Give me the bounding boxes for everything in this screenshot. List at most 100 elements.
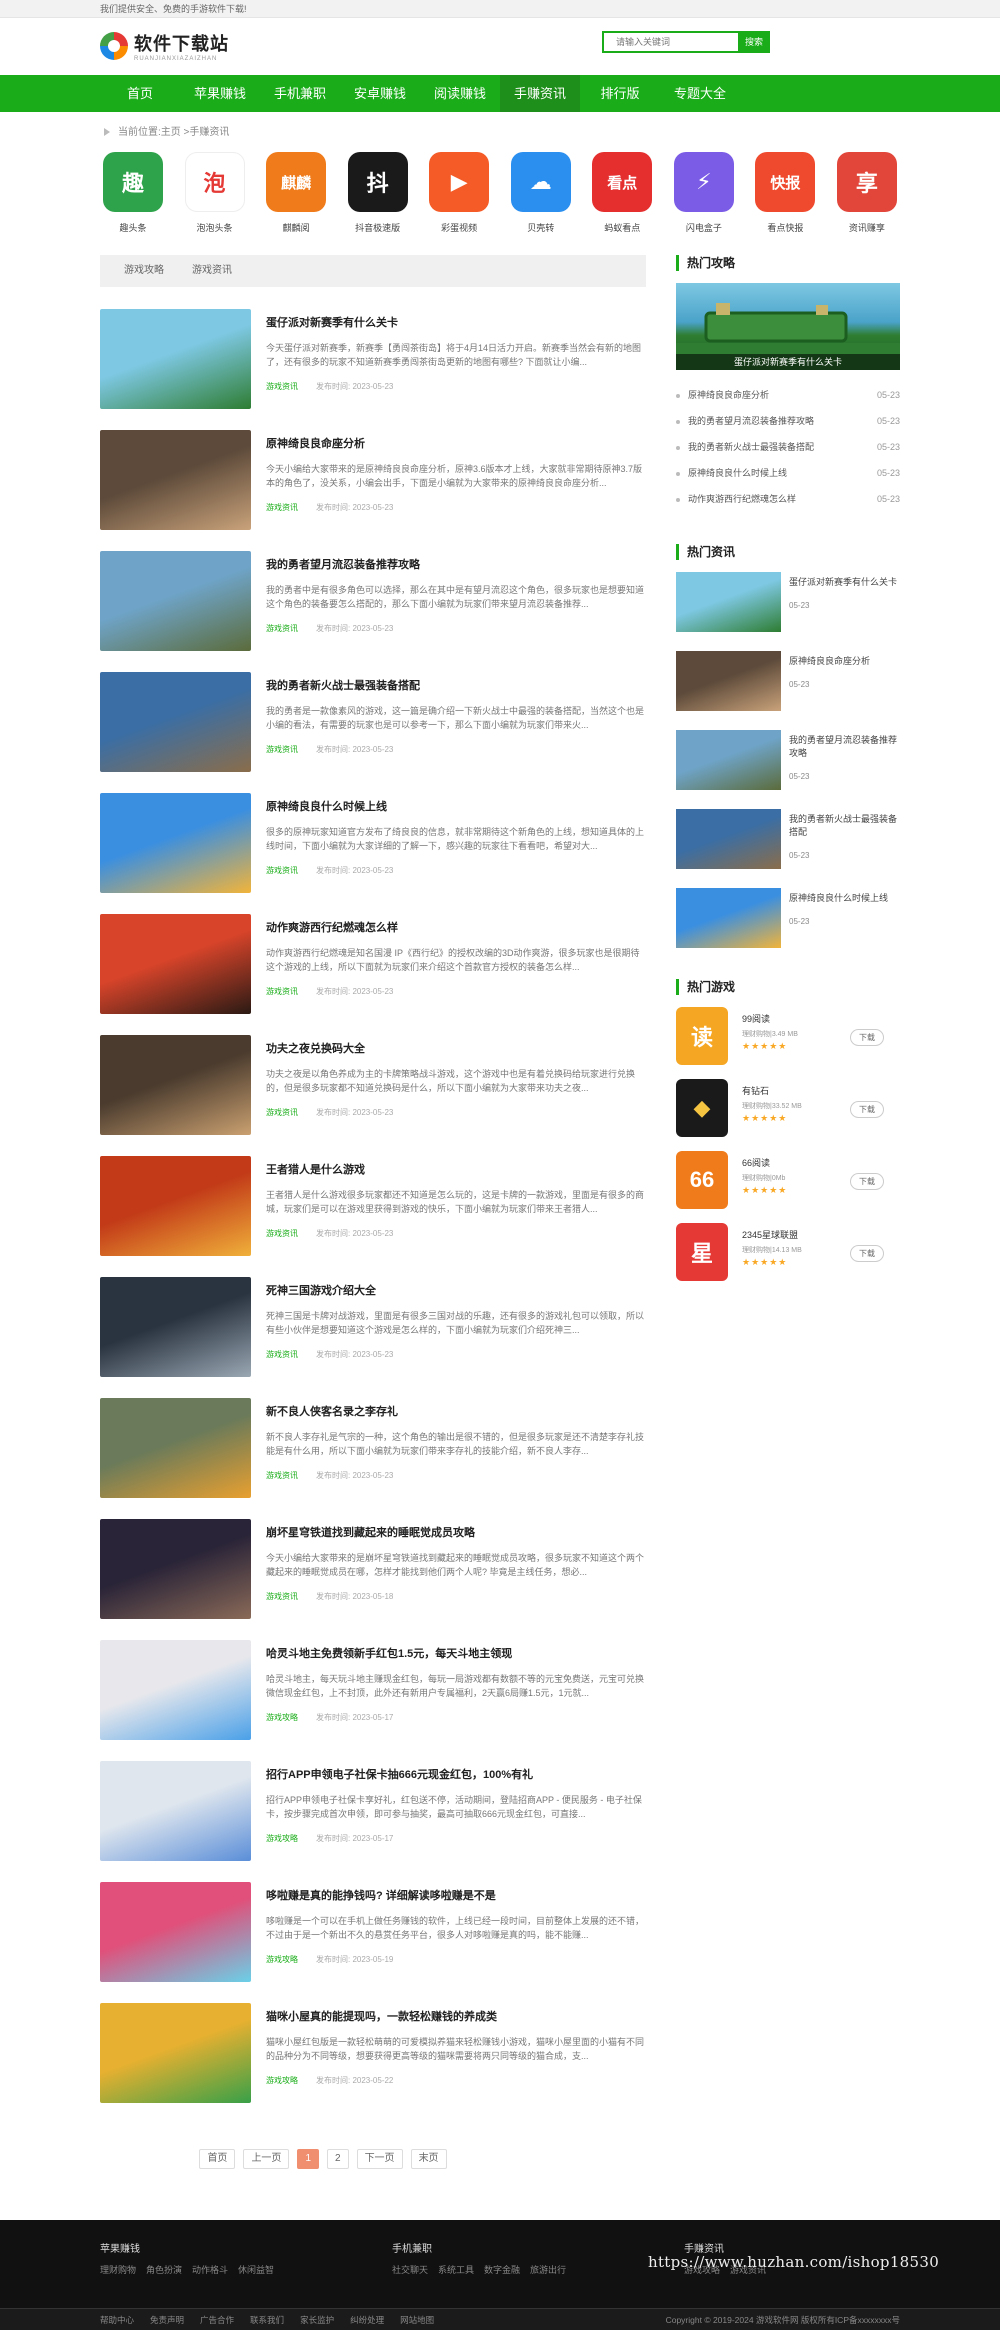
nav-item[interactable]: 苹果赚钱 bbox=[180, 75, 260, 112]
article-thumbnail[interactable] bbox=[100, 430, 251, 530]
hot-guide-item[interactable]: 原神绮良良什么时候上线 05-23 bbox=[676, 460, 900, 486]
article-category[interactable]: 游戏攻略 bbox=[266, 2076, 298, 2085]
app-shortcut[interactable]: 抖抖音极速版 bbox=[345, 152, 411, 255]
footer-link[interactable]: 理财购物 bbox=[100, 2265, 136, 2275]
tab-item[interactable]: 游戏攻略 bbox=[110, 255, 178, 287]
tab-item[interactable]: 游戏资讯 bbox=[178, 255, 246, 287]
hot-news-title[interactable]: 我的勇者新火战士最强装备搭配 bbox=[789, 813, 900, 839]
article-title[interactable]: 崩坏星穹铁道找到藏起来的睡眠觉成员攻略 bbox=[266, 1525, 646, 1541]
game-icon[interactable]: 星 bbox=[676, 1223, 728, 1281]
hot-guide-banner[interactable]: 蛋仔派对新赛季有什么关卡 bbox=[676, 283, 900, 370]
footer-link[interactable]: 数字金融 bbox=[484, 2265, 520, 2275]
article-category[interactable]: 游戏资讯 bbox=[266, 382, 298, 391]
download-button[interactable]: 下载 bbox=[850, 1101, 884, 1118]
article-category[interactable]: 游戏资讯 bbox=[266, 1108, 298, 1117]
article-title[interactable]: 新不良人侠客名录之李存礼 bbox=[266, 1404, 646, 1420]
article-title[interactable]: 动作爽游西行纪燃魂怎么样 bbox=[266, 920, 646, 936]
page-button[interactable]: 1 bbox=[297, 2149, 319, 2169]
search-button[interactable]: 搜索 bbox=[738, 31, 770, 53]
article-category[interactable]: 游戏攻略 bbox=[266, 1834, 298, 1843]
app-shortcut[interactable]: 快报 看点快报 bbox=[752, 152, 818, 255]
game-name[interactable]: 66阅读 bbox=[742, 1156, 850, 1169]
nav-item[interactable]: 手机兼职 bbox=[260, 75, 340, 112]
hot-news-thumbnail[interactable] bbox=[676, 730, 781, 790]
article-title[interactable]: 死神三国游戏介绍大全 bbox=[266, 1283, 646, 1299]
app-shortcut[interactable]: 看点 蚂蚁看点 bbox=[589, 152, 655, 255]
page-button[interactable]: 上一页 bbox=[243, 2149, 290, 2169]
article-category[interactable]: 游戏资讯 bbox=[266, 1229, 298, 1238]
app-shortcut[interactable]: 泡泡泡头条 bbox=[182, 152, 248, 255]
footer-bottom-link[interactable]: 网站地图 bbox=[400, 2315, 434, 2325]
nav-item[interactable]: 手赚资讯 bbox=[500, 75, 580, 112]
game-name[interactable]: 2345星球联盟 bbox=[742, 1228, 850, 1241]
game-icon[interactable]: 66 bbox=[676, 1151, 728, 1209]
article-title[interactable]: 我的勇者望月流忍装备推荐攻略 bbox=[266, 557, 646, 573]
nav-item[interactable]: 专题大全 bbox=[660, 75, 740, 112]
nav-item[interactable]: 安卓赚钱 bbox=[340, 75, 420, 112]
footer-bottom-link[interactable]: 纠纷处理 bbox=[350, 2315, 384, 2325]
article-thumbnail[interactable] bbox=[100, 1882, 251, 1982]
site-logo[interactable]: 软件下载站 RUANJIANXIAZAIZHAN bbox=[100, 30, 229, 62]
article-title[interactable]: 王者猎人是什么游戏 bbox=[266, 1162, 646, 1178]
article-thumbnail[interactable] bbox=[100, 309, 251, 409]
article-category[interactable]: 游戏资讯 bbox=[266, 1592, 298, 1601]
game-name[interactable]: 99阅读 bbox=[742, 1012, 850, 1025]
article-title[interactable]: 蛋仔派对新赛季有什么关卡 bbox=[266, 315, 646, 331]
page-button[interactable]: 下一页 bbox=[356, 2149, 403, 2169]
article-thumbnail[interactable] bbox=[100, 1519, 251, 1619]
footer-bottom-link[interactable]: 广告合作 bbox=[200, 2315, 234, 2325]
search-input[interactable] bbox=[602, 31, 738, 53]
hot-guide-item[interactable]: 我的勇者望月流忍装备推荐攻略 05-23 bbox=[676, 408, 900, 434]
hot-news-thumbnail[interactable] bbox=[676, 809, 781, 869]
download-button[interactable]: 下载 bbox=[850, 1029, 884, 1046]
article-title[interactable]: 我的勇者新火战士最强装备搭配 bbox=[266, 678, 646, 694]
game-icon[interactable]: ◆ bbox=[676, 1079, 728, 1137]
hot-news-title[interactable]: 原神绮良良命座分析 bbox=[789, 655, 870, 668]
hot-news-thumbnail[interactable] bbox=[676, 651, 781, 711]
download-button[interactable]: 下载 bbox=[850, 1245, 884, 1262]
download-button[interactable]: 下载 bbox=[850, 1173, 884, 1190]
article-thumbnail[interactable] bbox=[100, 1156, 251, 1256]
article-category[interactable]: 游戏资讯 bbox=[266, 987, 298, 996]
article-category[interactable]: 游戏资讯 bbox=[266, 866, 298, 875]
article-thumbnail[interactable] bbox=[100, 1277, 251, 1377]
footer-link[interactable]: 社交聊天 bbox=[392, 2265, 428, 2275]
game-icon[interactable]: 读 bbox=[676, 1007, 728, 1065]
footer-link[interactable]: 动作格斗 bbox=[192, 2265, 228, 2275]
hot-news-title[interactable]: 原神绮良良什么时候上线 bbox=[789, 892, 888, 905]
article-thumbnail[interactable] bbox=[100, 793, 251, 893]
article-thumbnail[interactable] bbox=[100, 2003, 251, 2103]
hot-guide-item[interactable]: 动作爽游西行纪燃魂怎么样 05-23 bbox=[676, 486, 900, 512]
game-name[interactable]: 有钻石 bbox=[742, 1084, 850, 1097]
footer-bottom-link[interactable]: 帮助中心 bbox=[100, 2315, 134, 2325]
article-title[interactable]: 功夫之夜兑换码大全 bbox=[266, 1041, 646, 1057]
app-shortcut[interactable]: ▶ 彩蛋视频 bbox=[426, 152, 492, 255]
article-title[interactable]: 原神绮良良命座分析 bbox=[266, 436, 646, 452]
article-thumbnail[interactable] bbox=[100, 1035, 251, 1135]
page-button[interactable]: 2 bbox=[327, 2149, 349, 2169]
article-category[interactable]: 游戏攻略 bbox=[266, 1955, 298, 1964]
article-thumbnail[interactable] bbox=[100, 914, 251, 1014]
hot-news-thumbnail[interactable] bbox=[676, 572, 781, 632]
footer-link[interactable]: 系统工具 bbox=[438, 2265, 474, 2275]
article-category[interactable]: 游戏资讯 bbox=[266, 503, 298, 512]
hot-news-title[interactable]: 我的勇者望月流忍装备推荐攻略 bbox=[789, 734, 900, 760]
article-category[interactable]: 游戏资讯 bbox=[266, 745, 298, 754]
article-category[interactable]: 游戏资讯 bbox=[266, 624, 298, 633]
breadcrumb-home-link[interactable]: 主页 bbox=[161, 127, 181, 138]
article-thumbnail[interactable] bbox=[100, 1761, 251, 1861]
app-shortcut[interactable]: ⚡ 闪电盒子 bbox=[671, 152, 737, 255]
article-title[interactable]: 哆啦赚是真的能挣钱吗? 详细解读哆啦赚是不是 bbox=[266, 1888, 646, 1904]
article-thumbnail[interactable] bbox=[100, 672, 251, 772]
footer-bottom-link[interactable]: 家长监护 bbox=[300, 2315, 334, 2325]
footer-bottom-link[interactable]: 免责声明 bbox=[150, 2315, 184, 2325]
article-category[interactable]: 游戏攻略 bbox=[266, 1713, 298, 1722]
hot-news-title[interactable]: 蛋仔派对新赛季有什么关卡 bbox=[789, 576, 897, 589]
article-category[interactable]: 游戏资讯 bbox=[266, 1471, 298, 1480]
page-button[interactable]: 首页 bbox=[199, 2149, 236, 2169]
article-thumbnail[interactable] bbox=[100, 551, 251, 651]
page-button[interactable]: 末页 bbox=[410, 2149, 447, 2169]
hot-news-thumbnail[interactable] bbox=[676, 888, 781, 948]
nav-item[interactable]: 首页 bbox=[100, 75, 180, 112]
app-shortcut[interactable]: 趣趣头条 bbox=[100, 152, 166, 255]
